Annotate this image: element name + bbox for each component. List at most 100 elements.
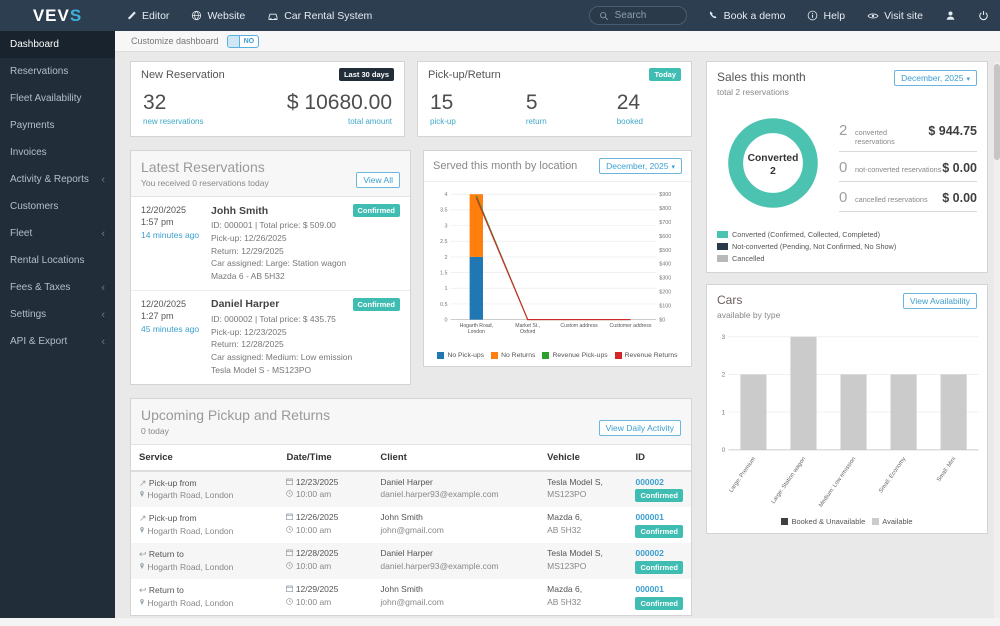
served-chart-legend: No Pick-upsNo ReturnsRevenue Pick-upsRev…: [424, 350, 691, 366]
legend-label: Booked & Unavailable: [791, 517, 865, 526]
svg-text:$100: $100: [659, 304, 671, 310]
cars-chart: 0123Large: PremiumLarge: Station wagonMe…: [707, 324, 987, 515]
sidebar-item-dashboard[interactable]: Dashboard: [0, 31, 115, 58]
power-icon: [978, 10, 989, 21]
reservation-return: Return: 12/29/2025: [211, 245, 400, 258]
nav-help[interactable]: Help: [796, 0, 856, 31]
nav-book-a-demo[interactable]: Book a demo: [697, 0, 797, 31]
nav-visit-site[interactable]: Visit site: [856, 0, 934, 31]
logo-text: VEV: [33, 6, 70, 26]
legend-label: Not-converted (Pending, Not Confirmed, N…: [732, 242, 896, 251]
sidebar-item-rental-locations[interactable]: Rental Locations: [0, 247, 115, 274]
sidebar: DashboardReservationsFleet AvailabilityP…: [0, 31, 115, 618]
service-location: Hogarth Road, London: [139, 526, 270, 538]
stat-label: pick-up: [430, 117, 456, 126]
stat-label: return: [526, 117, 547, 126]
row-date: 12/23/2025: [286, 477, 364, 489]
period-dropdown[interactable]: December, 2025▾: [599, 158, 682, 174]
upcoming-row[interactable]: ↩ Return to Hogarth Road, London 12/28/2…: [131, 543, 691, 579]
status-badge: Confirmed: [635, 561, 683, 574]
card-title: Latest Reservations: [141, 159, 269, 175]
card-subtitle: total 2 reservations: [717, 87, 806, 97]
customize-toggle[interactable]: NO: [227, 35, 260, 48]
row-time: 10:00 am: [286, 597, 364, 609]
column-header: Date/Time: [278, 445, 372, 471]
status-badge: Confirmed: [635, 525, 683, 538]
view-all-button[interactable]: View All: [356, 172, 400, 188]
sales-amount: $ 0.00: [942, 191, 977, 205]
stat-pickup: 15 pick-up: [430, 91, 456, 126]
sidebar-item-api-export[interactable]: API & Export‹: [0, 328, 115, 355]
sidebar-item-label: Settings: [10, 309, 46, 320]
svg-text:$700: $700: [659, 220, 671, 226]
search-box[interactable]: [589, 6, 687, 25]
upcoming-row[interactable]: ↗ Pick-up from Hogarth Road, London 12/2…: [131, 471, 691, 508]
svg-text:1: 1: [445, 286, 448, 292]
pin-icon: [139, 562, 145, 570]
sidebar-item-settings[interactable]: Settings‹: [0, 301, 115, 328]
stat-booked: 24 booked: [617, 91, 643, 126]
nav-label: Book a demo: [724, 10, 786, 22]
nav-label: Editor: [142, 10, 169, 22]
nav-car-rental-system[interactable]: Car Rental System: [256, 0, 383, 31]
scrollbar[interactable]: [994, 62, 1000, 618]
sales-label: cancelled reservations: [855, 195, 942, 204]
reservation-id-link[interactable]: 000001: [635, 584, 663, 596]
legend-item: Cancelled: [717, 254, 977, 263]
row-time: 10:00 am: [286, 525, 364, 537]
client-name: Daniel Harper: [380, 548, 531, 560]
svg-text:Small: Economy: Small: Economy: [878, 456, 907, 494]
logout-button[interactable]: [967, 0, 1000, 31]
vehicle-name: Mazda 6,: [547, 584, 619, 596]
reservation-datetime: 12/20/20251:57 pm14 minutes ago: [141, 204, 211, 283]
reservation-id-link[interactable]: 000001: [635, 512, 663, 524]
upcoming-row[interactable]: ↩ Return to Hogarth Road, London 12/29/2…: [131, 579, 691, 615]
sidebar-menu: DashboardReservationsFleet AvailabilityP…: [0, 31, 115, 355]
upcoming-table: ServiceDate/TimeClientVehicleID ↗ Pick-u…: [131, 445, 691, 615]
main-content: Customize dashboard NO New Reservation L…: [115, 31, 1000, 618]
car-icon: [267, 10, 279, 22]
column-header: Vehicle: [539, 445, 627, 471]
logo[interactable]: VEVS: [0, 0, 115, 31]
sidebar-item-fleet-availability[interactable]: Fleet Availability: [0, 85, 115, 112]
legend-item: Booked & Unavailable: [781, 517, 865, 526]
card-title: New Reservation: [141, 69, 225, 81]
period-dropdown[interactable]: December, 2025▾: [894, 70, 977, 86]
latest-reservations-card: Latest Reservations You received 0 reser…: [130, 150, 411, 385]
upcoming-row[interactable]: ↗ Pick-up from Hogarth Road, London 12/2…: [131, 507, 691, 543]
view-availability-button[interactable]: View Availability: [903, 293, 977, 309]
sidebar-item-fleet[interactable]: Fleet‹: [0, 220, 115, 247]
reservation-item[interactable]: 12/20/20251:27 pm45 minutes agoDaniel Ha…: [131, 290, 410, 384]
sidebar-item-invoices[interactable]: Invoices: [0, 139, 115, 166]
stat-label: total amount: [287, 117, 392, 126]
search-input[interactable]: [613, 9, 677, 22]
legend-item: Not-converted (Pending, Not Confirmed, N…: [717, 242, 977, 251]
client-name: Daniel Harper: [211, 298, 279, 310]
sidebar-item-activity-reports[interactable]: Activity & Reports‹: [0, 166, 115, 193]
vehicle-name: Tesla Model S,: [547, 548, 619, 560]
card-title: Upcoming Pickup and Returns: [141, 407, 330, 423]
toggle-state: NO: [240, 38, 259, 45]
scrollbar-thumb[interactable]: [994, 64, 1000, 160]
reservation-id-link[interactable]: 000002: [635, 477, 663, 489]
service-type: ↩ Return to: [139, 584, 270, 597]
svg-text:3: 3: [445, 223, 448, 229]
reservation-return: Return: 12/28/2025: [211, 338, 400, 351]
nav-website[interactable]: Website: [180, 0, 256, 31]
user-button[interactable]: [934, 0, 967, 31]
reservation-time: 1:27 pm: [141, 310, 211, 322]
reservation-id-link[interactable]: 000002: [635, 548, 663, 560]
sidebar-item-customers[interactable]: Customers: [0, 193, 115, 220]
svg-text:0.5: 0.5: [440, 302, 448, 308]
status-badge: Confirmed: [635, 489, 683, 502]
nav-editor[interactable]: Editor: [115, 0, 180, 31]
svg-text:2: 2: [770, 166, 776, 177]
view-daily-activity-button[interactable]: View Daily Activity: [599, 420, 681, 436]
sidebar-item-payments[interactable]: Payments: [0, 112, 115, 139]
reservation-item[interactable]: 12/20/20251:57 pm14 minutes agoJohh Smit…: [131, 197, 410, 290]
time-ago: 45 minutes ago: [141, 324, 211, 334]
period-value: December, 2025: [606, 161, 668, 171]
status-badge: Confirmed: [353, 298, 401, 311]
sidebar-item-fees-taxes[interactable]: Fees & Taxes‹: [0, 274, 115, 301]
sidebar-item-reservations[interactable]: Reservations: [0, 58, 115, 85]
